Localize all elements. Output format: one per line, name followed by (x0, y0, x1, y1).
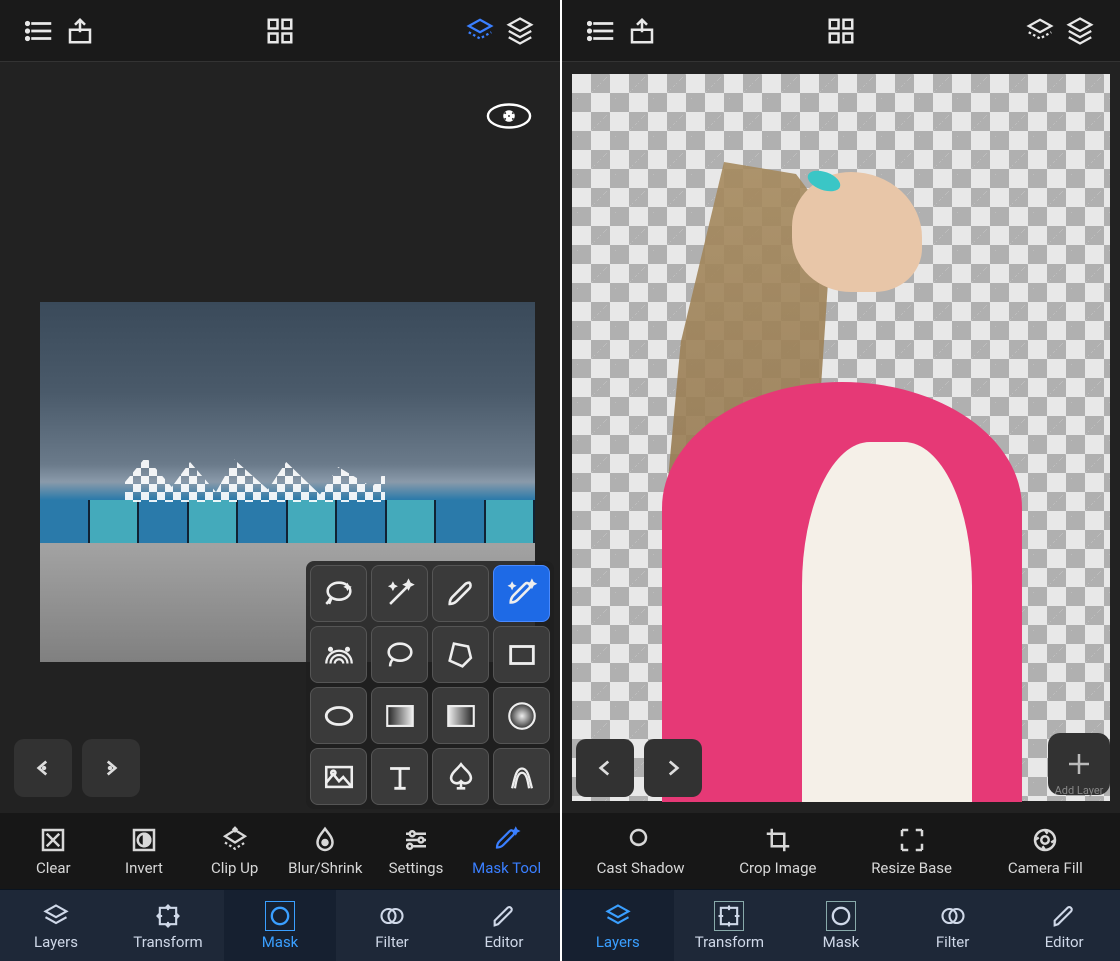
tool-spade[interactable] (432, 748, 489, 805)
mask-sub-toolbar: Clear Invert Clip Up Blur/Shrink Setting… (0, 813, 560, 889)
clipup-button[interactable]: Clip Up (195, 825, 275, 877)
invert-label: Invert (125, 859, 163, 877)
tab-mask[interactable]: Mask (224, 889, 336, 961)
masktool-label: Mask Tool (472, 859, 541, 877)
layers-stack-icon[interactable] (500, 11, 540, 51)
tab-editor-label: Editor (485, 933, 524, 951)
tool-gradient-vert[interactable] (432, 687, 489, 744)
cropimage-label: Crop Image (739, 859, 816, 877)
resizebase-button[interactable]: Resize Base (871, 825, 952, 877)
layers-stack-icon[interactable] (1060, 11, 1100, 51)
tool-lasso-sparkle[interactable] (310, 565, 367, 622)
tab-filter-label: Filter (936, 933, 970, 951)
bottom-tabbar: Layers Transform Mask Filter Editor (0, 889, 560, 961)
top-toolbar (562, 0, 1120, 62)
camerafill-button[interactable]: Camera Fill (1005, 825, 1085, 877)
tab-editor[interactable]: Editor (1008, 889, 1120, 961)
share-icon[interactable] (622, 11, 662, 51)
tab-layers[interactable]: Layers (562, 889, 674, 961)
tool-lasso[interactable] (371, 626, 428, 683)
camerafill-label: Camera Fill (1008, 859, 1083, 877)
tool-text[interactable] (371, 748, 428, 805)
add-layer-label: Add Layer (1055, 784, 1104, 797)
settings-button[interactable]: Settings (376, 825, 456, 877)
clear-label: Clear (36, 859, 71, 877)
tab-mask[interactable]: Mask (785, 889, 897, 961)
tool-gradient-horiz[interactable] (371, 687, 428, 744)
tool-brush[interactable] (432, 565, 489, 622)
tab-transform-label: Transform (695, 933, 764, 951)
blurshrink-label: Blur/Shrink (288, 859, 362, 877)
undo-button[interactable] (14, 739, 72, 797)
top-toolbar (0, 0, 560, 62)
tab-filter[interactable]: Filter (336, 889, 448, 961)
tab-transform[interactable]: Transform (112, 889, 224, 961)
masktool-button[interactable]: Mask Tool (467, 825, 547, 877)
mask-layer-icon[interactable] (1020, 11, 1060, 51)
tab-mask-label: Mask (262, 933, 299, 951)
tool-landscape[interactable] (310, 748, 367, 805)
settings-label: Settings (389, 859, 444, 877)
subject-shirt (802, 442, 972, 802)
tab-editor[interactable]: Editor (448, 889, 560, 961)
layers-sub-toolbar: Cast Shadow Crop Image Resize Base Camer… (562, 813, 1120, 889)
clear-button[interactable]: Clear (13, 825, 93, 877)
blurshrink-button[interactable]: Blur/Shrink (285, 825, 365, 877)
bottom-tabbar: Layers Transform Mask Filter Editor (562, 889, 1120, 961)
tab-transform-label: Transform (133, 933, 202, 951)
tab-mask-label: Mask (823, 933, 860, 951)
undo-redo-group (14, 739, 140, 797)
castshadow-button[interactable]: Cast Shadow (597, 825, 685, 877)
tab-layers-label: Layers (596, 933, 640, 951)
invert-button[interactable]: Invert (104, 825, 184, 877)
cropimage-button[interactable]: Crop Image (738, 825, 818, 877)
clipup-label: Clip Up (211, 859, 258, 877)
tab-filter[interactable]: Filter (897, 889, 1009, 961)
redo-button[interactable] (82, 739, 140, 797)
tab-layers-label: Layers (34, 933, 78, 951)
mask-layer-icon[interactable] (460, 11, 500, 51)
tool-hair[interactable] (493, 748, 550, 805)
canvas-area[interactable]: Add Layer (562, 62, 1120, 813)
tab-transform[interactable]: Transform (674, 889, 786, 961)
tool-magic-wand[interactable] (371, 565, 428, 622)
tab-layers[interactable]: Layers (0, 889, 112, 961)
mask-tool-grid (306, 561, 554, 809)
tool-rainbow[interactable] (310, 626, 367, 683)
mask-stroke-preview (125, 452, 385, 502)
resizebase-label: Resize Base (871, 859, 952, 877)
redo-button[interactable] (644, 739, 702, 797)
grid-icon[interactable] (821, 11, 861, 51)
tool-ellipse[interactable] (310, 687, 367, 744)
share-icon[interactable] (60, 11, 100, 51)
tab-editor-label: Editor (1045, 933, 1084, 951)
undo-button[interactable] (576, 739, 634, 797)
tool-radial[interactable] (493, 687, 550, 744)
visibility-eye-icon[interactable] (486, 102, 532, 130)
tab-filter-label: Filter (375, 933, 409, 951)
canvas-area[interactable] (0, 62, 560, 813)
tool-rectangle[interactable] (493, 626, 550, 683)
right-pane: Add Layer Cast Shadow Crop Image Resize … (560, 0, 1120, 961)
grid-icon[interactable] (260, 11, 300, 51)
tool-polygon[interactable] (432, 626, 489, 683)
castshadow-label: Cast Shadow (597, 859, 685, 877)
list-icon[interactable] (20, 11, 60, 51)
add-layer-button[interactable]: Add Layer (1048, 733, 1110, 795)
left-pane: Clear Invert Clip Up Blur/Shrink Setting… (0, 0, 560, 961)
undo-redo-group (576, 739, 702, 797)
list-icon[interactable] (582, 11, 622, 51)
tool-brush-sparkle[interactable] (493, 565, 550, 622)
